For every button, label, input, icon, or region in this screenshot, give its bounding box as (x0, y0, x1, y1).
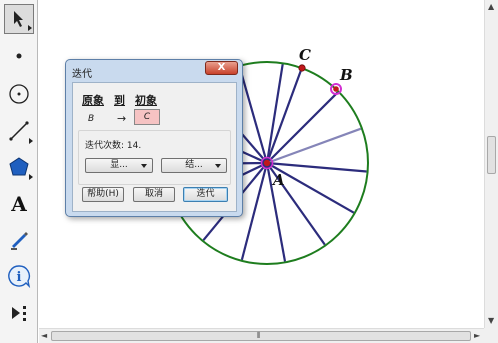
point-icon (16, 53, 22, 59)
iterate-dialog: 迭代 X 原象 到 初象 B → C 迭代次数: 14. 显... 结... 帮… (65, 59, 243, 217)
arrow-select-icon (14, 11, 23, 27)
pre-image-point: B (88, 114, 95, 124)
display-dropdown-label: 显... (110, 160, 128, 170)
point-A[interactable] (263, 159, 271, 167)
horizontal-scrollbar[interactable]: ◄ ⦀ ► (39, 328, 484, 343)
horizontal-scroll-thumb[interactable]: ⦀ (51, 331, 471, 341)
image-header: 初象 (135, 94, 157, 107)
iteration-count: 迭代次数: 14. (85, 141, 142, 151)
iterate-button[interactable]: 迭代 (183, 187, 228, 202)
scroll-right-button[interactable]: ► (474, 331, 480, 341)
help-button[interactable]: 帮助(H) (82, 187, 124, 202)
selection-arrow-tool[interactable] (4, 4, 34, 34)
structure-dropdown-label: 结... (185, 160, 203, 170)
polygon-tool[interactable] (4, 152, 34, 182)
segment[interactable] (266, 127, 362, 165)
scroll-down-button[interactable]: ▼ (488, 316, 494, 326)
custom-tools[interactable] (4, 298, 34, 328)
to-header: 到 (114, 94, 125, 107)
label-A: A (271, 171, 285, 189)
cancel-button[interactable]: 取消 (133, 187, 175, 202)
label-C: C (299, 46, 311, 64)
marker-tool[interactable] (4, 224, 34, 254)
vertical-scrollbar[interactable]: ▲ ▼ (484, 0, 498, 328)
text-icon: A (11, 192, 27, 216)
information-icon: i (8, 265, 31, 288)
compass-circle-icon (9, 84, 29, 104)
dialog-body: 原象 到 初象 B → C 迭代次数: 14. 显... 结... 帮助(H) … (72, 82, 237, 212)
straightedge-icon (9, 121, 29, 141)
close-button[interactable]: X (205, 61, 238, 75)
point-C[interactable] (298, 64, 306, 72)
information-tool[interactable]: i (4, 261, 34, 291)
marker-pen-icon (11, 232, 28, 250)
compass-tool[interactable] (4, 79, 34, 109)
label-B: B (339, 66, 353, 84)
straightedge-tool[interactable] (4, 116, 34, 146)
toolbox: A i (0, 0, 38, 343)
structure-dropdown[interactable]: 结... (161, 158, 227, 173)
segment[interactable] (265, 68, 303, 164)
display-dropdown[interactable]: 显... (85, 158, 153, 173)
close-icon: X (217, 62, 226, 73)
svg-text:i: i (17, 270, 22, 285)
chevron-down-icon (141, 164, 147, 168)
dialog-title: 迭代 (72, 69, 92, 80)
scroll-left-button[interactable]: ◄ (41, 331, 47, 341)
text-tool[interactable]: A (4, 189, 34, 219)
map-arrow-icon: → (117, 112, 127, 125)
vertical-scroll-thumb[interactable] (487, 136, 496, 174)
scroll-up-button[interactable]: ▲ (488, 2, 494, 12)
scroll-grip-icon: ⦀ (257, 331, 261, 340)
chevron-down-icon (215, 164, 221, 168)
polygon-icon (9, 157, 29, 176)
point-B[interactable] (333, 86, 339, 92)
scrollbar-corner (484, 328, 498, 343)
pre-image-header: 原象 (82, 94, 104, 107)
point-tool[interactable] (4, 41, 34, 71)
custom-tools-icon (12, 306, 26, 321)
image-point-field[interactable]: C (134, 109, 160, 125)
